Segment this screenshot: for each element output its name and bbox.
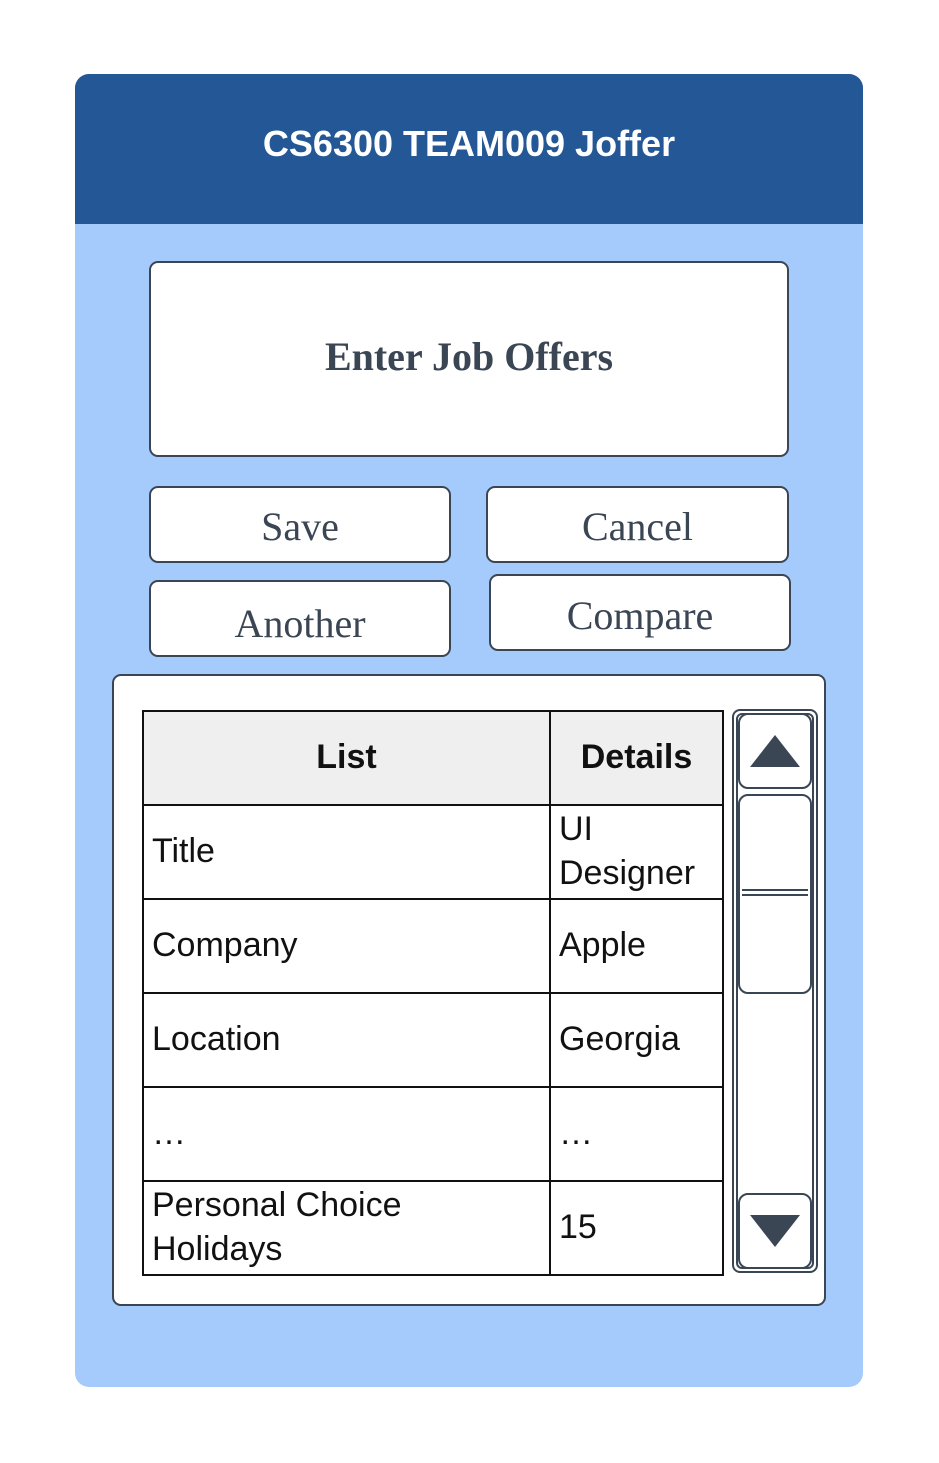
scroll-down-button[interactable] <box>738 1193 812 1269</box>
table-row[interactable]: Company Apple <box>142 898 724 994</box>
table-row[interactable]: Personal Choice Holidays 15 <box>142 1180 724 1276</box>
table-header-row: List Details <box>142 710 724 806</box>
scroll-up-button[interactable] <box>738 713 812 789</box>
another-button[interactable]: Another <box>149 580 451 657</box>
table-row[interactable]: … … <box>142 1086 724 1182</box>
vertical-scrollbar[interactable] <box>732 709 818 1273</box>
save-button[interactable]: Save <box>149 486 451 563</box>
row-value: 15 <box>549 1180 724 1276</box>
row-value: UI Designer <box>549 804 724 900</box>
row-label: … <box>142 1086 551 1182</box>
triangle-down-icon <box>750 1215 800 1247</box>
row-value: … <box>549 1086 724 1182</box>
table-row[interactable]: Title UI Designer <box>142 804 724 900</box>
row-label: Title <box>142 804 551 900</box>
scrollbar-thumb[interactable] <box>738 794 812 994</box>
compare-button[interactable]: Compare <box>489 574 791 651</box>
offer-details-table: List Details Title UI Designer Company A… <box>142 710 724 1276</box>
app-title: CS6300 TEAM009 Joffer <box>75 74 863 224</box>
cancel-button[interactable]: Cancel <box>486 486 789 563</box>
triangle-up-icon <box>750 735 800 767</box>
row-value: Apple <box>549 898 724 994</box>
row-value: Georgia <box>549 992 724 1088</box>
row-label: Personal Choice Holidays <box>142 1180 551 1276</box>
app-window: CS6300 TEAM009 Joffer Enter Job Offers S… <box>75 74 863 1387</box>
form-heading: Enter Job Offers <box>149 261 789 457</box>
row-label: Company <box>142 898 551 994</box>
grip-icon <box>742 889 808 896</box>
offer-list-panel: List Details Title UI Designer Company A… <box>112 674 826 1306</box>
row-label: Location <box>142 992 551 1088</box>
column-header-list: List <box>142 710 551 806</box>
column-header-details: Details <box>549 710 724 806</box>
table-row[interactable]: Location Georgia <box>142 992 724 1088</box>
